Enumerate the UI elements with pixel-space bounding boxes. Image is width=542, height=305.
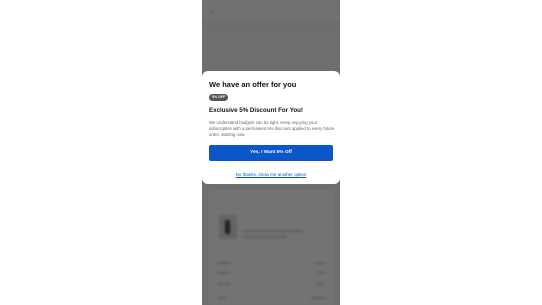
offer-title: Exclusive 5% Discount For You! bbox=[209, 107, 303, 114]
modal-title: We have an offer for you bbox=[209, 80, 297, 89]
accept-offer-button[interactable]: Yes, I Want 5% Off bbox=[209, 145, 333, 161]
phone-screen: ← We have an offer for you 5% OFF Exclus… bbox=[202, 0, 340, 305]
offer-modal: We have an offer for you 5% OFF Exclusiv… bbox=[202, 71, 340, 184]
discount-badge: 5% OFF bbox=[209, 94, 229, 101]
decline-offer-link[interactable]: No thanks, show me another option bbox=[202, 172, 340, 177]
offer-description: We understand budgets can be tight. Keep… bbox=[209, 120, 335, 137]
